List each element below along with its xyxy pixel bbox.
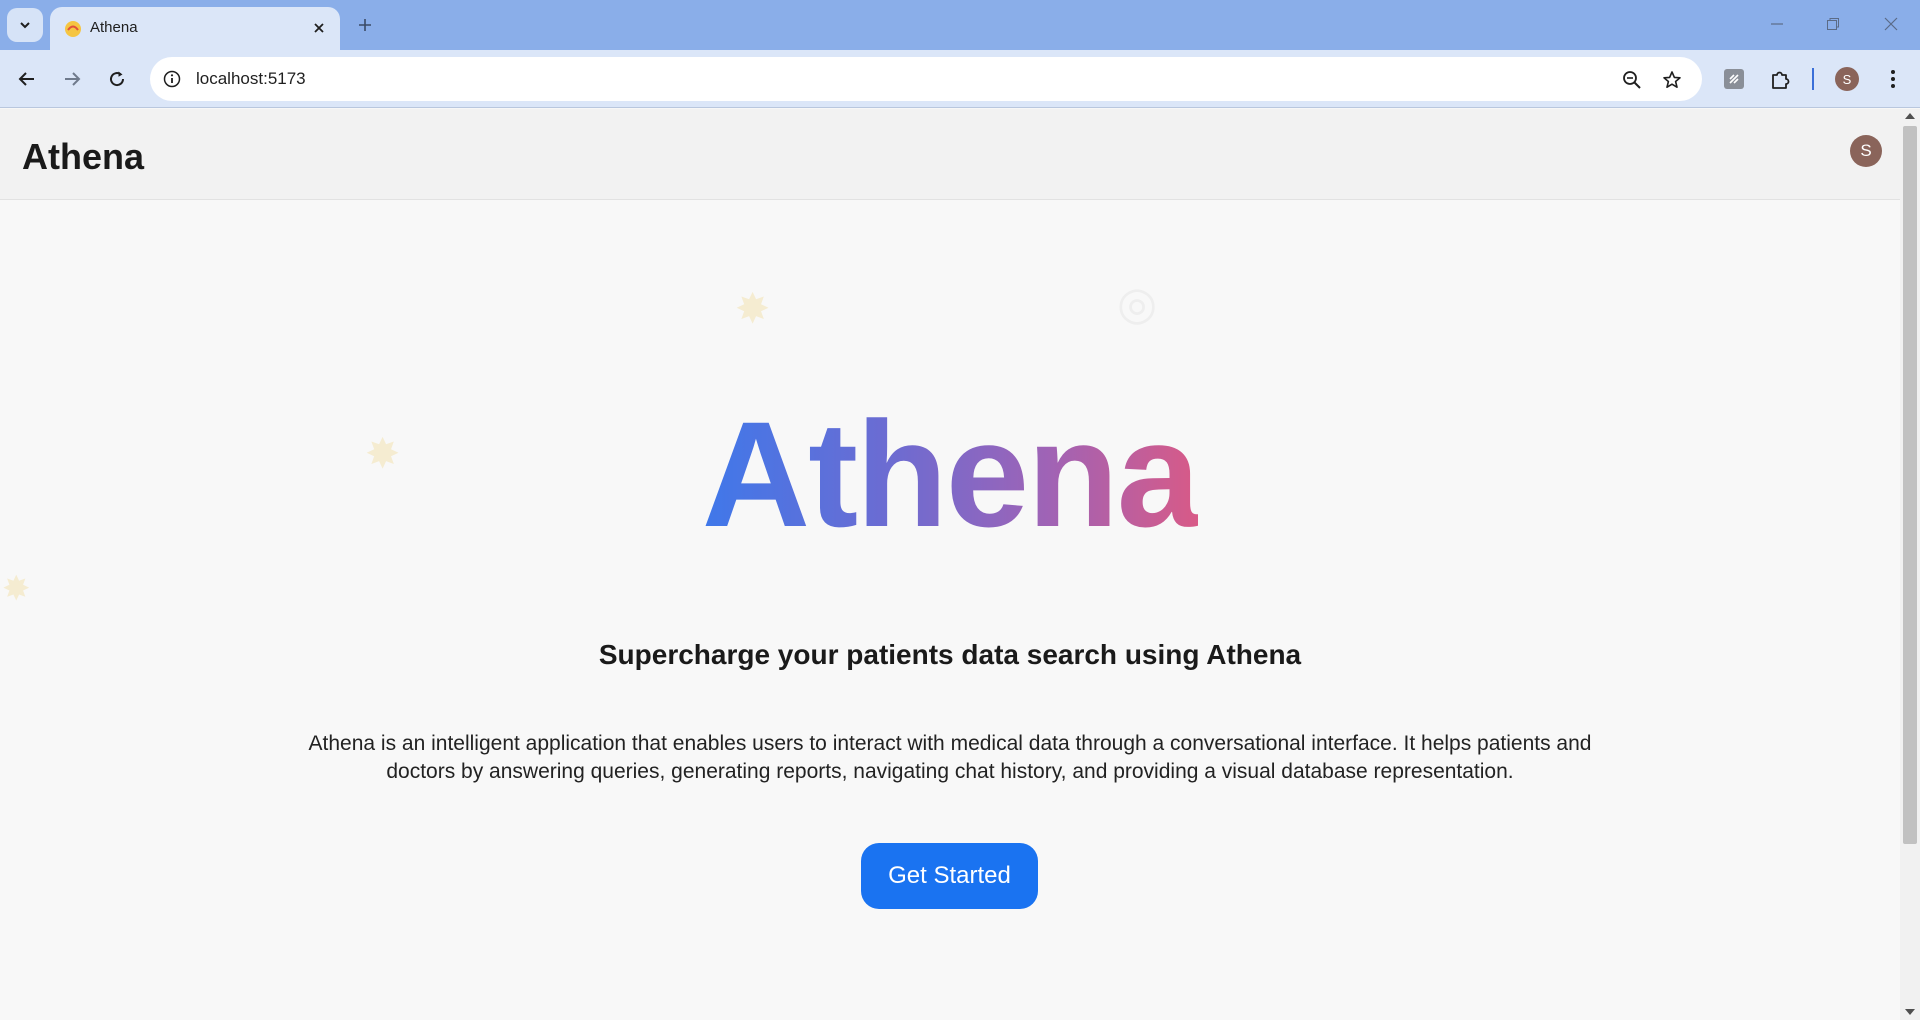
extension-button[interactable] [1717,62,1751,96]
close-icon [314,23,324,33]
forward-button[interactable] [55,62,89,96]
browser-toolbar: localhost:5173 S [0,50,1920,108]
browser-tab-active[interactable]: Athena [50,7,340,50]
restore-icon [1827,18,1839,30]
info-icon [163,70,181,88]
bookmark-button[interactable] [1658,66,1686,94]
address-bar[interactable]: localhost:5173 [150,57,1702,101]
chevron-down-icon [20,22,30,29]
reload-button[interactable] [100,62,134,96]
close-icon [1884,17,1898,31]
profile-button[interactable]: S [1830,62,1864,96]
new-tab-button[interactable] [352,12,378,38]
browser-menu-button[interactable] [1876,62,1910,96]
app-header: Athena S [0,109,1900,200]
decor-star-icon: ✸ [2,570,31,608]
tab-title: Athena [90,19,138,36]
url-text: localhost:5173 [196,69,306,88]
tab-search-button[interactable] [7,8,43,42]
extension-logo-icon [1724,69,1744,89]
puzzle-icon [1772,71,1790,89]
decor-circle-icon: ◎ [1117,277,1158,329]
user-avatar[interactable]: S [1850,135,1882,167]
extensions-menu-button[interactable] [1764,62,1798,96]
zoom-out-icon [1623,71,1641,89]
restore-button[interactable] [1813,8,1853,40]
arrow-left-icon [18,72,34,86]
get-started-button[interactable]: Get Started [861,843,1038,909]
athena-favicon-icon [65,21,81,37]
tab-close-button[interactable] [308,17,330,39]
back-button[interactable] [10,62,44,96]
toolbar-divider [1812,68,1814,90]
profile-avatar: S [1835,67,1859,91]
page-scrollbar[interactable] [1900,109,1920,1020]
page-viewport: Athena S ✸ ✸ ✸ ◎ Athena Supercharge your… [0,109,1900,1020]
app-brand[interactable]: Athena [22,136,144,178]
hero-subtitle: Supercharge your patients data search us… [598,639,1302,670]
plus-icon [359,19,371,31]
arrow-right-icon [65,72,81,86]
decor-star-icon: ✸ [735,285,771,332]
scroll-down-arrow-icon[interactable] [1905,1009,1915,1015]
browser-tabstrip: Athena [0,0,1920,50]
site-info-button[interactable] [161,68,183,90]
close-window-button[interactable] [1871,8,1911,40]
reload-icon [110,71,125,87]
hero-title: Athena [701,390,1200,558]
more-vertical-icon [1891,70,1895,88]
minimize-icon [1771,23,1783,25]
scrollbar-thumb[interactable] [1903,126,1917,844]
zoom-button[interactable] [1618,66,1646,94]
minimize-button[interactable] [1757,8,1797,40]
hero-description: Athena is an intelligent application tha… [308,732,1592,783]
star-icon [1663,71,1681,88]
scroll-up-arrow-icon[interactable] [1905,113,1915,119]
